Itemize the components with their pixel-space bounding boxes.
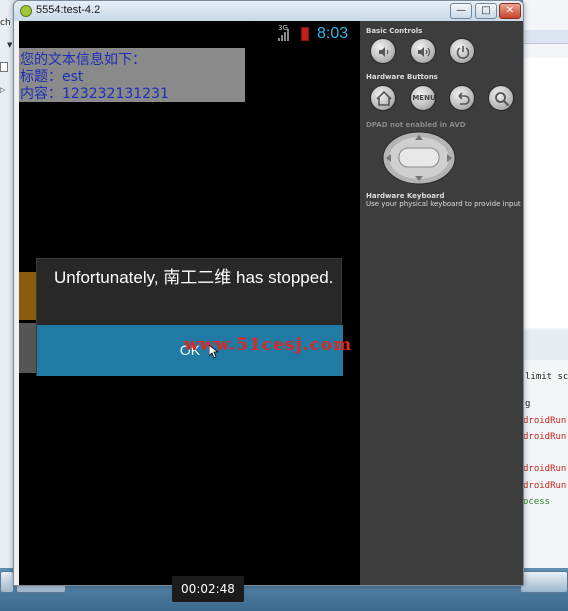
search-icon (495, 92, 510, 107)
ide-left-snippet: ch (0, 18, 11, 28)
ide-log-line: limit scc (525, 372, 568, 382)
menu-button[interactable]: MENU (410, 85, 436, 111)
ide-log-line: droidRun (523, 416, 567, 426)
android-icon (20, 5, 32, 17)
ide-log-line: droidRun (523, 464, 567, 474)
ide-editor-panel (523, 58, 568, 328)
app-button-partial[interactable] (19, 272, 37, 320)
signal-icon (278, 29, 289, 41)
volume-up-button[interactable] (410, 38, 436, 64)
chevron-right-icon: ▷ (0, 86, 6, 94)
dpad-control[interactable] (382, 131, 456, 185)
dialog-message: Unfortunately, 南工二维 has stopped. (54, 268, 334, 287)
info-content: 内容：123232131231 (20, 86, 169, 102)
ide-log-line: droidRun (523, 432, 567, 442)
back-button[interactable] (449, 85, 475, 111)
volume-down-button[interactable] (370, 38, 396, 64)
keyboard-sublabel: Use your physical keyboard to provide in… (366, 200, 521, 208)
ide-right-pane: limit scc g droidRun droidRun droidRun d… (523, 0, 568, 570)
taskbar-button[interactable] (520, 571, 568, 593)
ide-panel-header (523, 330, 568, 360)
device-screen[interactable]: 3G 8:03 您的文本信息如下： 标题：est 内容：123232131231… (19, 21, 360, 585)
recording-timestamp: 00:02:48 (172, 576, 244, 602)
ide-toolbar-strip (523, 30, 568, 44)
home-button[interactable] (370, 85, 396, 111)
chevron-down-icon: ▼ (7, 41, 13, 49)
minimize-button[interactable]: — (450, 3, 472, 19)
crash-dialog: Unfortunately, 南工二维 has stopped. OK (36, 258, 343, 376)
status-clock: 8:03 (317, 25, 349, 42)
maximize-button[interactable]: □ (475, 3, 497, 19)
basic-controls-label: Basic Controls (366, 27, 423, 35)
ide-log-line: droidRun (523, 481, 567, 491)
volume-down-icon (379, 47, 389, 57)
keyboard-label: Hardware Keyboard (366, 192, 445, 200)
home-icon (376, 90, 392, 106)
battery-icon (301, 27, 309, 41)
taskbar-button[interactable] (0, 571, 14, 593)
power-icon (456, 46, 470, 59)
emulator-window: 5554:test-4.2 — □ ✕ 3G 8:03 您的文本信息如下： 标题… (13, 0, 524, 586)
mouse-cursor-icon (209, 345, 219, 359)
tree-node-icon (0, 62, 8, 72)
emulator-controls-panel: Basic Controls Hardware Buttons MENU DPA… (360, 21, 523, 585)
window-title: 5554:test-4.2 (36, 4, 101, 16)
search-button[interactable] (488, 85, 514, 111)
window-titlebar[interactable]: 5554:test-4.2 — □ ✕ (14, 1, 523, 21)
hardware-buttons-label: Hardware Buttons (366, 73, 438, 81)
back-icon (458, 92, 470, 105)
close-button[interactable]: ✕ (499, 3, 521, 19)
ide-log-line: ocess (523, 497, 551, 507)
power-button[interactable] (449, 38, 475, 64)
ide-log-line: g (525, 399, 531, 409)
dpad-label: DPAD not enabled in AVD (366, 121, 466, 129)
menu-icon: MENU (412, 94, 436, 102)
status-bar: 3G 8:03 (19, 21, 360, 46)
app-button-partial[interactable] (19, 323, 37, 373)
text-info-box: 您的文本信息如下： 标题：est 内容：123232131231 (19, 48, 245, 102)
volume-up-icon (418, 47, 431, 57)
